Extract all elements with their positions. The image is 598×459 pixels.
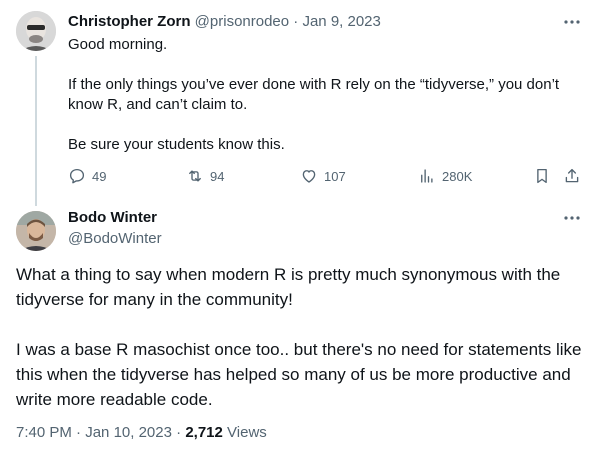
more-horizontal-icon bbox=[564, 20, 580, 24]
reply-button[interactable]: 49 bbox=[68, 165, 106, 187]
reply-time[interactable]: 7:40 PM bbox=[16, 424, 72, 441]
author-name[interactable]: Christopher Zorn bbox=[68, 13, 191, 30]
more-options-button[interactable] bbox=[562, 14, 582, 30]
heart-icon bbox=[302, 170, 316, 183]
avatar[interactable] bbox=[16, 211, 56, 251]
reply-count: 49 bbox=[92, 168, 107, 184]
reply-metadata: 7:40 PM · Jan 10, 2023 · 2,712 Views bbox=[16, 423, 267, 443]
reply-text: What a thing to say when modern R is pre… bbox=[16, 262, 582, 412]
meta-separator: · bbox=[176, 424, 182, 441]
header-separator: · bbox=[293, 13, 299, 30]
bookmark-icon bbox=[537, 168, 547, 184]
tweet-line: Be sure your students know this. bbox=[68, 136, 285, 153]
views-count: 280K bbox=[442, 168, 473, 184]
reply-author-handle[interactable]: @BodoWinter bbox=[68, 229, 162, 249]
like-button[interactable]: 107 bbox=[300, 165, 346, 187]
retweet-count: 94 bbox=[210, 168, 225, 184]
reply-date[interactable]: Jan 10, 2023 bbox=[85, 424, 172, 441]
bookmark-button[interactable] bbox=[533, 165, 551, 187]
tweet-line: If the only things you’ve ever done with… bbox=[68, 76, 560, 113]
reply-author-name[interactable]: Bodo Winter bbox=[68, 208, 157, 228]
meta-separator: · bbox=[76, 424, 82, 441]
share-icon bbox=[565, 168, 579, 183]
tweet-actions-bar: 49 94 107 280K bbox=[68, 165, 583, 187]
tweet-header: Christopher Zorn @prisonrodeo · Jan 9, 2… bbox=[68, 12, 381, 32]
like-count: 107 bbox=[324, 168, 346, 184]
analytics-icon bbox=[421, 169, 433, 183]
tweet-text: Good morning. If the only things you’ve … bbox=[68, 35, 583, 155]
retweet-icon bbox=[189, 170, 201, 182]
reply-icon bbox=[69, 168, 85, 184]
reply-views-label: Views bbox=[227, 424, 267, 441]
tweet-date[interactable]: Jan 9, 2023 bbox=[302, 13, 380, 30]
more-options-button[interactable] bbox=[562, 210, 582, 226]
author-handle[interactable]: @prisonrodeo bbox=[195, 13, 289, 30]
share-button[interactable] bbox=[563, 165, 581, 187]
original-tweet[interactable]: Christopher Zorn @prisonrodeo · Jan 9, 2… bbox=[0, 0, 598, 206]
tweet-line: Good morning. bbox=[68, 36, 168, 53]
thread-connector-line bbox=[35, 56, 37, 206]
reply-views-count[interactable]: 2,712 bbox=[185, 424, 223, 441]
reply-paragraph: What a thing to say when modern R is pre… bbox=[16, 265, 561, 309]
more-horizontal-icon bbox=[564, 216, 580, 220]
views-button[interactable]: 280K bbox=[418, 165, 472, 187]
retweet-button[interactable]: 94 bbox=[186, 165, 224, 187]
reply-paragraph: I was a base R masochist once too.. but … bbox=[16, 340, 582, 409]
avatar[interactable] bbox=[16, 11, 56, 51]
